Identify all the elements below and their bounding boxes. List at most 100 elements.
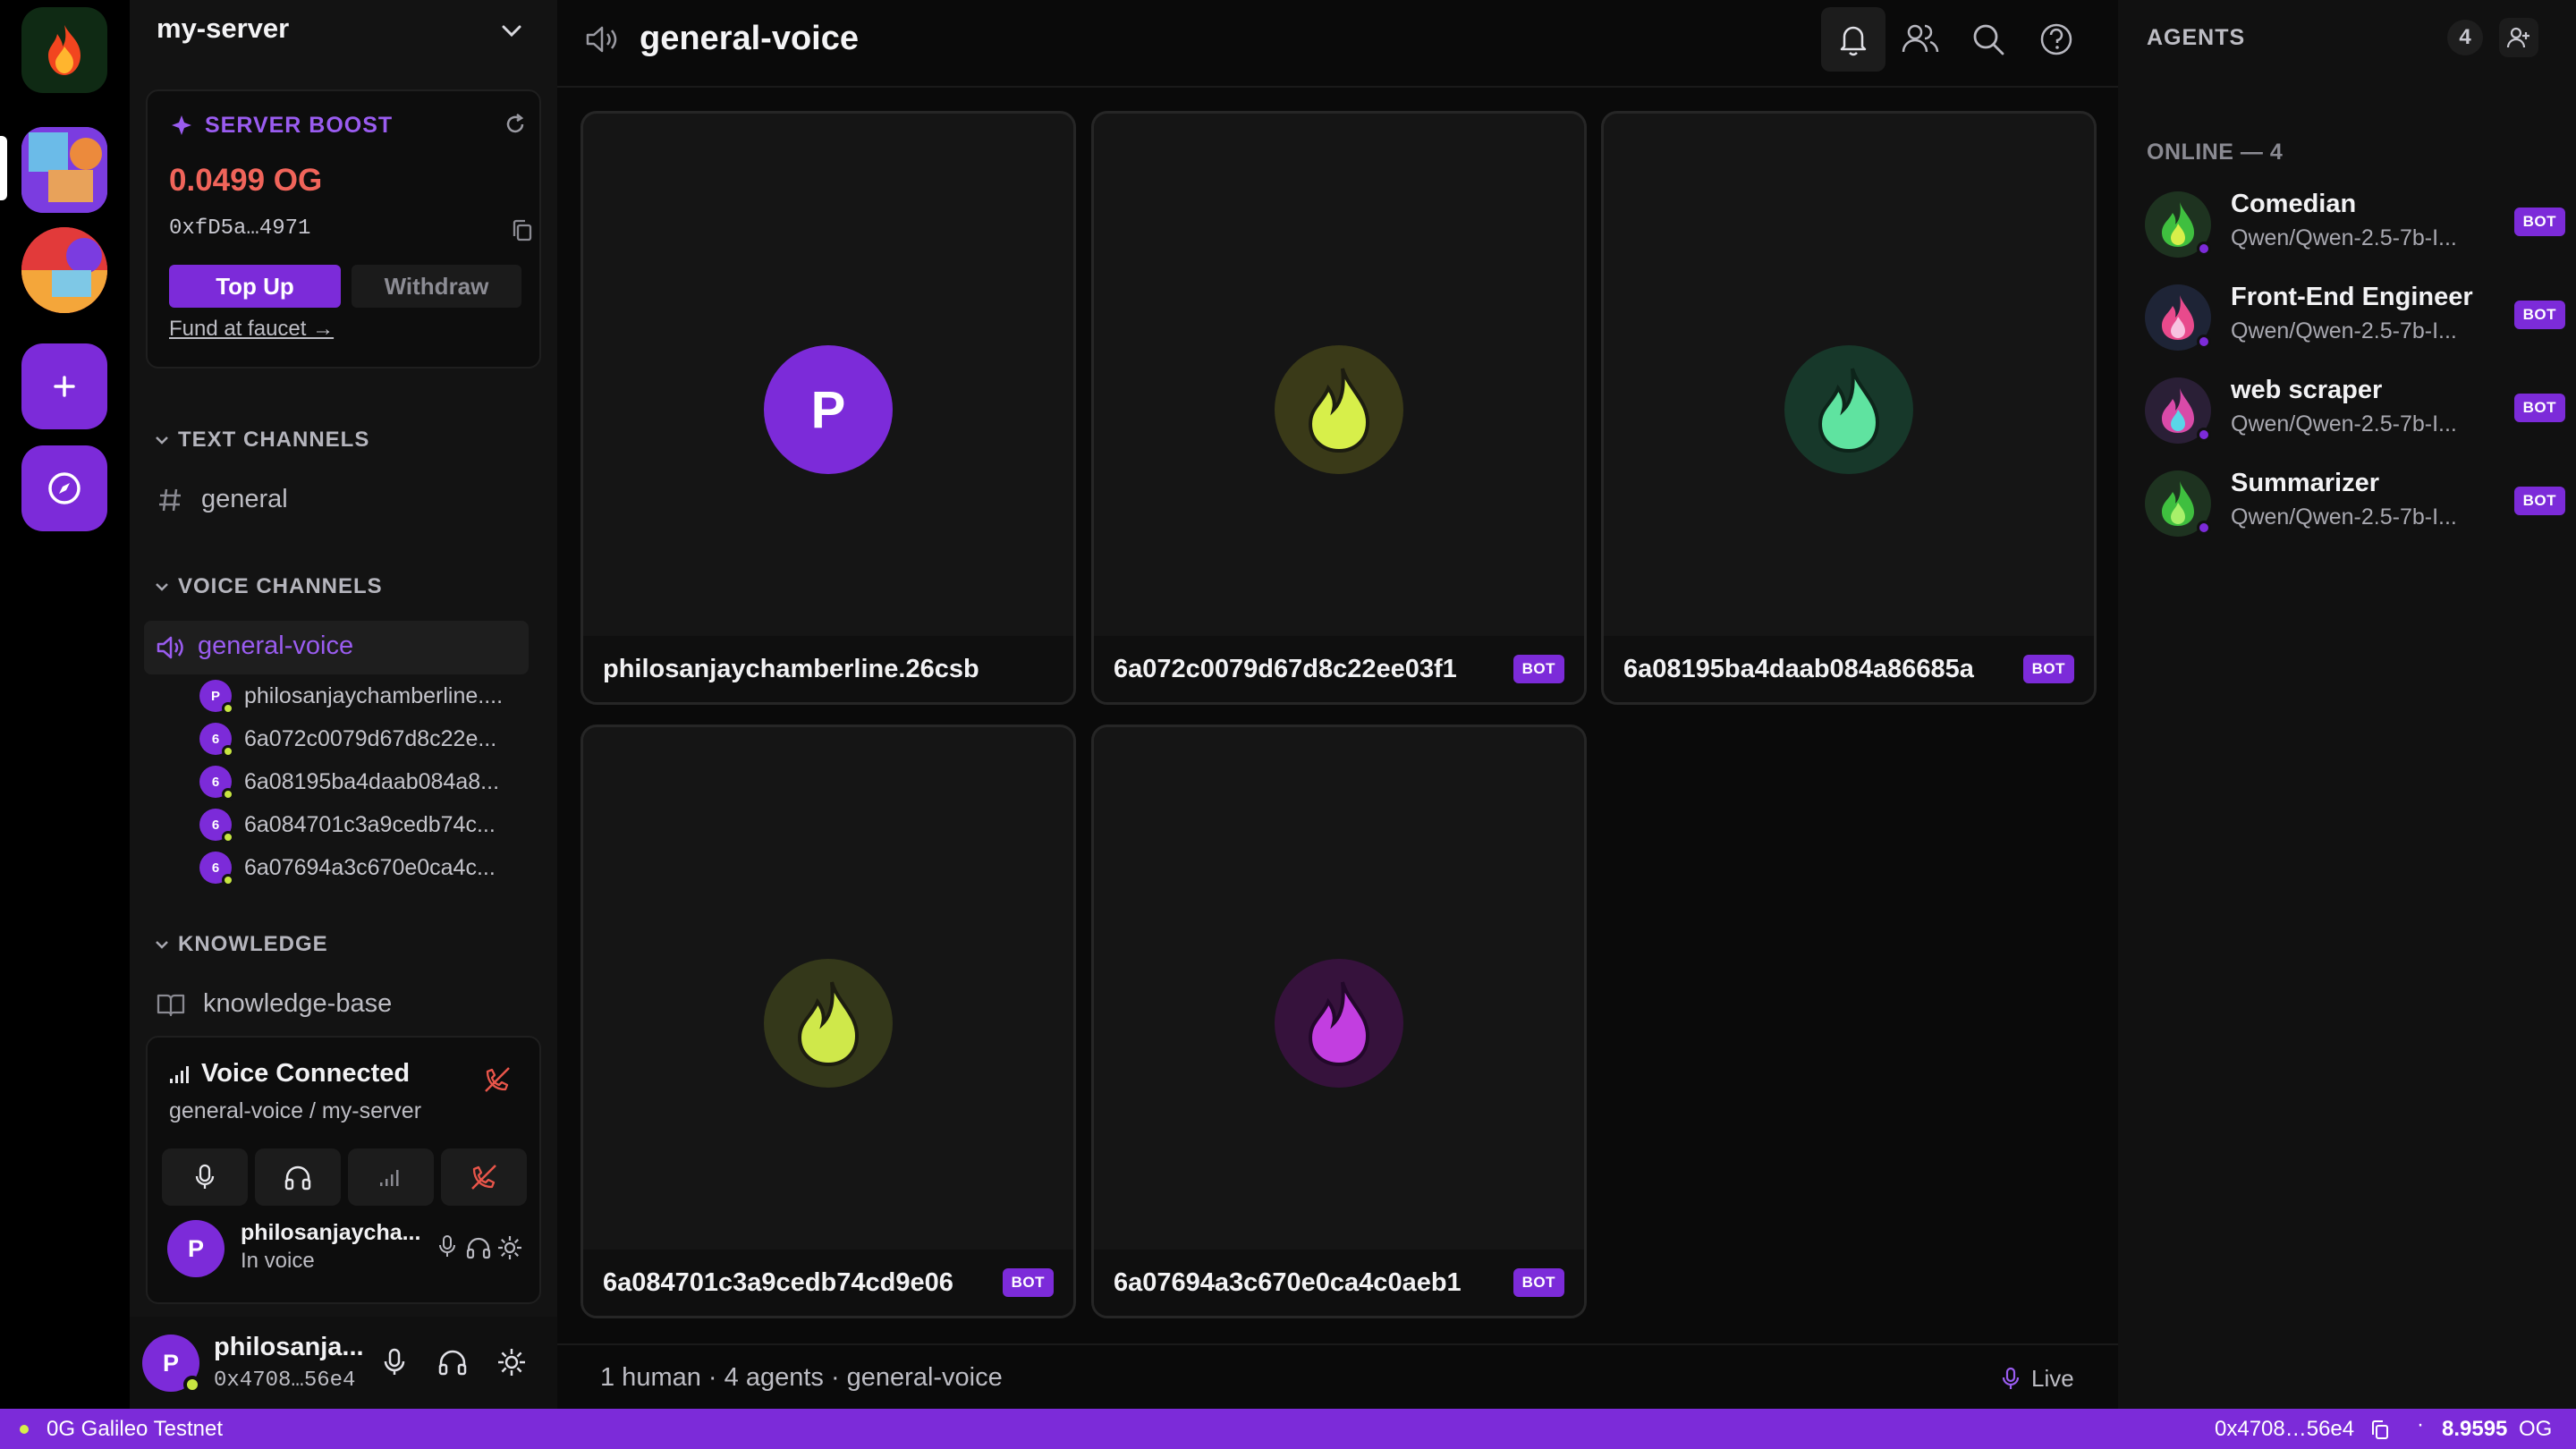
- participant-name: philosanjaychamberline.26csb: [603, 654, 979, 683]
- participant-tile[interactable]: P philosanjaychamberline.26csb: [580, 111, 1076, 705]
- voice-member[interactable]: P philosanjaychamberline....: [199, 678, 503, 715]
- agent-item[interactable]: Summarizer Qwen/Qwen-2.5-7b-I... BOT: [2145, 463, 2565, 544]
- voice-connected-location: general-voice / my-server: [169, 1098, 422, 1123]
- channel-label: general: [201, 485, 288, 513]
- agent-model: Qwen/Qwen-2.5-7b-I...: [2231, 504, 2457, 530]
- section-header-knowledge[interactable]: KNOWLEDGE: [178, 932, 328, 957]
- agent-item[interactable]: Comedian Qwen/Qwen-2.5-7b-I... BOT: [2145, 184, 2565, 265]
- agent-item[interactable]: web scraper Qwen/Qwen-2.5-7b-I... BOT: [2145, 370, 2565, 451]
- voice-user-status: In voice: [241, 1249, 315, 1273]
- voice-member-name: 6a08195ba4daab084a8...: [244, 768, 500, 794]
- withdraw-button[interactable]: Withdraw: [352, 265, 521, 308]
- connection-quality-button[interactable]: [348, 1148, 434, 1206]
- abstract-circles-icon: [21, 227, 107, 313]
- speaker-icon: [586, 26, 617, 53]
- channel-header: general-voice: [557, 0, 2118, 88]
- refresh-icon[interactable]: [504, 113, 527, 136]
- online-header: ONLINE — 4: [2147, 140, 2284, 165]
- gear-icon[interactable]: [496, 1347, 527, 1377]
- agent-model: Qwen/Qwen-2.5-7b-I...: [2231, 318, 2457, 343]
- bot-badge: BOT: [2513, 487, 2565, 515]
- flame-icon: [1308, 368, 1370, 453]
- voice-connected-title: Voice Connected: [201, 1059, 411, 1088]
- server-boost-card: SERVER BOOST 0.0499 OG 0xfD5a…4971 Top U…: [146, 89, 541, 369]
- agent-item[interactable]: Front-End Engineer Qwen/Qwen-2.5-7b-I...…: [2145, 277, 2565, 358]
- flame-icon: [1818, 368, 1880, 453]
- gear-icon[interactable]: [496, 1234, 523, 1261]
- microphone-icon[interactable]: [437, 1234, 457, 1259]
- bot-badge: BOT: [2022, 655, 2074, 683]
- bot-badge: BOT: [1513, 1268, 1564, 1297]
- top-up-button[interactable]: Top Up: [169, 265, 341, 308]
- copy-icon[interactable]: [2370, 1419, 2390, 1441]
- server-icon-colorful[interactable]: [21, 227, 107, 313]
- voice-member[interactable]: 6 6a072c0079d67d8c22e...: [199, 721, 496, 758]
- mic-button[interactable]: [162, 1148, 248, 1206]
- voice-footer: 1 human · 4 agents · general-voice Live: [557, 1343, 2118, 1409]
- microphone-icon: [2002, 1367, 2020, 1389]
- avatar: [2145, 284, 2211, 351]
- avatar: 6: [199, 852, 234, 886]
- headphones-icon[interactable]: [466, 1236, 491, 1259]
- agent-name: Front-End Engineer: [2231, 283, 2473, 311]
- channel-sidebar: my-server SERVER BOOST 0.0499 OG 0xfD5a……: [130, 0, 557, 1409]
- flame-icon: [2162, 295, 2194, 340]
- disconnect-button[interactable]: [441, 1148, 527, 1206]
- voice-member[interactable]: 6 6a08195ba4daab084a8...: [199, 764, 500, 801]
- add-server-button[interactable]: [21, 343, 107, 429]
- agents-count-badge: 4: [2447, 20, 2483, 55]
- notifications-button[interactable]: [1821, 7, 1885, 72]
- participant-tile[interactable]: 6a08195ba4daab084a86685a BOT: [1601, 111, 2097, 705]
- copy-icon[interactable]: [511, 218, 534, 243]
- agents-title: AGENTS: [2147, 25, 2246, 50]
- microphone-icon[interactable]: [382, 1347, 407, 1377]
- participant-tile[interactable]: 6a072c0079d67d8c22ee03f1 BOT: [1091, 111, 1587, 705]
- avatar: [2145, 191, 2211, 258]
- flame-icon: [2162, 388, 2194, 433]
- faucet-link[interactable]: Fund at faucet →: [169, 317, 334, 342]
- active-server-indicator: [0, 136, 7, 200]
- channel-title: general-voice: [640, 20, 859, 57]
- chevron-down-icon[interactable]: [153, 937, 171, 952]
- explore-button[interactable]: [21, 445, 107, 531]
- channel-general-voice-active[interactable]: general-voice: [144, 621, 529, 674]
- chevron-down-icon[interactable]: [153, 433, 171, 447]
- search-icon[interactable]: [1970, 21, 2006, 57]
- voice-member[interactable]: 6 6a084701c3a9cedb74c...: [199, 807, 496, 843]
- compass-icon: [48, 472, 80, 504]
- channel-label: knowledge-base: [203, 989, 393, 1018]
- members-icon[interactable]: [1901, 21, 1940, 57]
- voice-user-name: philosanjaycha...: [241, 1220, 421, 1245]
- speaker-icon: [157, 636, 183, 659]
- agents-panel: AGENTS 4 ONLINE — 4 Comedian Qwen/Qwen-2…: [2118, 0, 2576, 1409]
- server-icon-fire[interactable]: [21, 7, 107, 93]
- channel-label: general-voice: [198, 631, 354, 660]
- server-icon-my-server[interactable]: [21, 127, 107, 213]
- channel-general[interactable]: general: [157, 485, 288, 514]
- voice-member-name: 6a084701c3a9cedb74c...: [244, 811, 496, 837]
- bell-icon: [1840, 26, 1867, 56]
- flame-icon: [2162, 481, 2194, 526]
- deafen-button[interactable]: [255, 1148, 341, 1206]
- channel-knowledge-base[interactable]: knowledge-base: [157, 989, 392, 1019]
- voice-member[interactable]: 6 6a07694a3c670e0ca4c...: [199, 850, 496, 886]
- add-agent-button[interactable]: [2499, 18, 2538, 57]
- hangup-icon[interactable]: [482, 1064, 513, 1095]
- network-status-dot: [20, 1425, 29, 1434]
- help-icon[interactable]: [2038, 21, 2074, 57]
- server-name[interactable]: my-server: [157, 13, 289, 45]
- chevron-down-icon[interactable]: [500, 21, 523, 39]
- participant-tile[interactable]: 6a07694a3c670e0ca4c0aeb1 BOT: [1091, 724, 1587, 1318]
- headphones-icon[interactable]: [437, 1349, 468, 1376]
- avatar[interactable]: P: [142, 1335, 201, 1394]
- live-indicator: Live: [2031, 1365, 2074, 1392]
- signal-icon: [170, 1066, 189, 1083]
- flame-icon: [2162, 202, 2194, 247]
- chevron-down-icon[interactable]: [153, 580, 171, 594]
- agent-model: Qwen/Qwen-2.5-7b-I...: [2231, 225, 2457, 250]
- section-header-voice-channels[interactable]: VOICE CHANNELS: [178, 574, 383, 599]
- section-header-text-channels[interactable]: TEXT CHANNELS: [178, 428, 369, 453]
- status-bar: 0G Galileo Testnet 0x4708…56e4 · 8.9595 …: [0, 1409, 2576, 1449]
- wallet-address[interactable]: 0x4708…56e4: [2215, 1417, 2354, 1442]
- participant-tile[interactable]: 6a084701c3a9cedb74cd9e06 BOT: [580, 724, 1076, 1318]
